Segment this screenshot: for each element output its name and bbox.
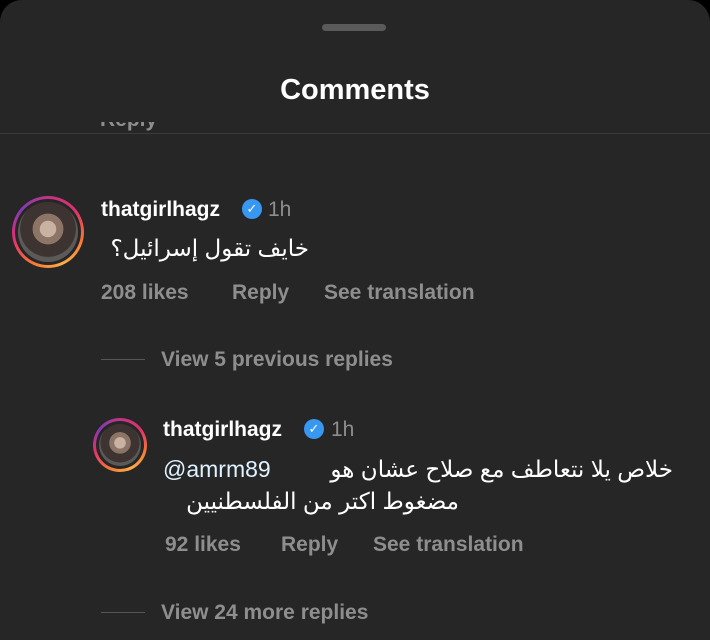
view-previous-replies[interactable]: View 5 previous replies — [161, 348, 393, 372]
clipped-reply-label: Reply — [100, 122, 157, 132]
view-more-replies[interactable]: View 24 more replies — [161, 601, 368, 625]
header-divider — [0, 133, 710, 134]
thread-line — [101, 359, 145, 360]
reply-text-line-1: @amrm89 خلاص يلا نتعاطف مع صلاح عشان هو — [163, 453, 673, 485]
reply-username[interactable]: thatgirlhagz — [163, 418, 282, 442]
reply-reply-button[interactable]: Reply — [281, 533, 338, 557]
verified-icon: ✓ — [304, 419, 324, 439]
reply-text-arabic-1: خلاص يلا نتعاطف مع صلاح عشان هو — [330, 456, 673, 482]
reply-see-translation[interactable]: See translation — [373, 533, 524, 557]
comment-see-translation[interactable]: See translation — [324, 281, 475, 305]
verified-icon: ✓ — [242, 199, 262, 219]
reply-timestamp: 1h — [331, 418, 355, 441]
comment-text: خايف تقول إسرائيل؟ — [110, 235, 309, 261]
reply-likes[interactable]: 92 likes — [165, 533, 241, 557]
reply-mention[interactable]: @amrm89 — [163, 456, 271, 482]
reply-avatar[interactable] — [93, 418, 147, 472]
avatar-photo — [18, 202, 78, 262]
grab-handle[interactable] — [322, 24, 386, 31]
reply-avatar-photo — [99, 424, 141, 466]
comment-likes[interactable]: 208 likes — [101, 281, 189, 305]
reply-text-line-2: مضغوط اكتر من الفلسطنيين — [186, 488, 459, 514]
page-title: Comments — [280, 74, 430, 106]
comments-sheet: Comments Reply thatgirlhagz ✓ 1h خايف تق… — [0, 0, 710, 640]
comment-username[interactable]: thatgirlhagz — [101, 198, 220, 222]
comment-reply-button[interactable]: Reply — [232, 281, 289, 305]
comment-timestamp: 1h — [268, 198, 292, 221]
thread-line — [101, 612, 145, 613]
avatar[interactable] — [12, 196, 84, 268]
